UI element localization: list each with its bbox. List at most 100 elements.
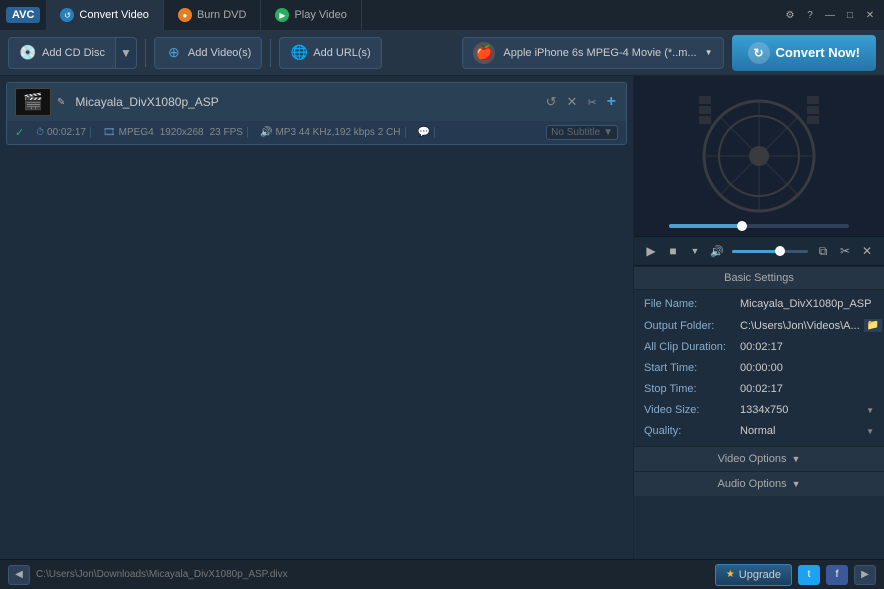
audio-options-header[interactable]: Audio Options ▼ — [634, 471, 884, 496]
audio-value: MP3 44 KHz,192 kbps 2 CH — [275, 127, 400, 138]
twitter-button[interactable]: t — [798, 565, 820, 585]
stop-label: Stop Time: — [644, 383, 734, 395]
duration-label: All Clip Duration: — [644, 341, 734, 353]
file-item: 🎬 ✎ Micayala_DivX1080p_ASP ↺ ✕ ✂ + ✓ ⏱ 0… — [6, 82, 627, 145]
settings-file-icon[interactable]: ✂ — [585, 94, 598, 111]
file-item-header: 🎬 ✎ Micayala_DivX1080p_ASP ↺ ✕ ✂ + — [7, 83, 626, 121]
filename-label: File Name: — [644, 298, 734, 310]
quality-dropdown[interactable]: Normal ▼ — [740, 425, 874, 437]
refresh-file-icon[interactable]: ↺ — [544, 92, 559, 112]
close-ctrl-icon[interactable]: ✕ — [858, 242, 876, 260]
video-options-arrow: ▼ — [791, 454, 800, 464]
volume-icon: 🔊 — [708, 242, 726, 260]
timeline-bar[interactable] — [669, 224, 849, 228]
settings-row-stop: Stop Time: 00:02:17 — [640, 379, 878, 400]
main-area: 🎬 ✎ Micayala_DivX1080p_ASP ↺ ✕ ✂ + ✓ ⏱ 0… — [0, 76, 884, 559]
basic-settings-title: Basic Settings — [724, 272, 794, 284]
tab-burn-dvd[interactable]: ● Burn DVD — [164, 0, 262, 30]
convert-now-button[interactable]: ↻ Convert Now! — [732, 35, 877, 71]
subtitle-value: No Subtitle — [551, 127, 600, 138]
volume-handle[interactable] — [775, 246, 785, 256]
start-label: Start Time: — [644, 362, 734, 374]
tab-play-video[interactable]: ▶ Play Video — [261, 0, 361, 30]
help-button[interactable]: ? — [802, 7, 818, 23]
dropdown-button[interactable]: ▼ — [686, 242, 704, 260]
status-path: C:\Users\Jon\Downloads\Micayala_DivX1080… — [36, 569, 709, 580]
settings-row-filename: File Name: Micayala_DivX1080p_ASP — [640, 294, 878, 315]
toolbar-divider-2 — [270, 39, 271, 67]
video-options-label: Video Options — [718, 453, 787, 465]
right-panel: ▶ ■ ▼ 🔊 ⧉ ✂ ✕ Basic Settings File Name: … — [634, 76, 884, 559]
output-label: Output Folder: — [644, 320, 734, 332]
title-bar: AVC ↺ Convert Video ● Burn DVD ▶ Play Vi… — [0, 0, 884, 30]
file-item-details: ✓ ⏱ 00:02:17 🎞 MPEG4 1920x268 23 FPS 🔊 M… — [7, 121, 626, 144]
stop-value: 00:02:17 — [740, 383, 874, 395]
profile-label: Apple iPhone 6s MPEG-4 Movie (*..m... — [503, 47, 696, 59]
add-file-icon[interactable]: + — [605, 91, 618, 113]
output-value-container: C:\Users\Jon\Videos\A... 📁 — [740, 319, 882, 332]
next-button[interactable]: ▶ — [854, 565, 876, 585]
videosize-dropdown[interactable]: 1334x750 ▼ — [740, 404, 874, 416]
burn-tab-label: Burn DVD — [197, 9, 247, 21]
add-url-label: Add URL(s) — [313, 47, 370, 59]
convert-now-label: Convert Now! — [776, 45, 861, 60]
scissors-ctrl-icon[interactable]: ✂ — [836, 242, 854, 260]
file-name: Micayala_DivX1080p_ASP — [75, 95, 537, 109]
delete-file-icon[interactable]: ✕ — [565, 92, 580, 112]
add-videos-button[interactable]: ⊕ Add Video(s) — [154, 37, 262, 69]
file-panel: 🎬 ✎ Micayala_DivX1080p_ASP ↺ ✕ ✂ + ✓ ⏱ 0… — [0, 76, 634, 559]
minimize-button[interactable]: — — [822, 7, 838, 23]
profile-dropdown[interactable]: 🍎 Apple iPhone 6s MPEG-4 Movie (*..m... … — [462, 37, 723, 69]
volume-slider[interactable] — [732, 250, 808, 253]
audio-options-label: Audio Options — [717, 478, 786, 490]
file-actions: ↺ ✕ ✂ + — [544, 91, 618, 113]
upgrade-label: Upgrade — [739, 569, 781, 581]
audio-detail: 🔊 MP3 44 KHz,192 kbps 2 CH — [256, 127, 406, 138]
settings-row-start: Start Time: 00:00:00 — [640, 358, 878, 379]
facebook-button[interactable]: f — [826, 565, 848, 585]
add-cd-label: Add CD Disc — [42, 47, 105, 59]
film-reel — [699, 96, 819, 216]
file-thumbnail: 🎬 — [15, 88, 51, 116]
settings-section: Basic Settings File Name: Micayala_DivX1… — [634, 266, 884, 559]
add-url-button[interactable]: 🌐 Add URL(s) — [279, 37, 381, 69]
duration-value-setting: 00:02:17 — [740, 341, 874, 353]
volume-fill — [732, 250, 778, 253]
edit-icon[interactable]: ✎ — [57, 97, 65, 108]
copy-ctrl-icon[interactable]: ⧉ — [814, 242, 832, 260]
maximize-button[interactable]: □ — [842, 7, 858, 23]
prev-button[interactable]: ◀ — [8, 565, 30, 585]
url-icon: 🌐 — [290, 44, 308, 62]
settings-icon[interactable]: ⚙ — [782, 7, 798, 23]
browse-folder-button[interactable]: 📁 — [864, 319, 882, 332]
refresh-icon: ↻ — [748, 42, 770, 64]
subtitle-dropdown[interactable]: No Subtitle ▼ — [546, 125, 618, 140]
duration-detail: ⏱ 00:02:17 — [32, 127, 91, 138]
videosize-value: 1334x750 — [740, 404, 862, 416]
settings-table: File Name: Micayala_DivX1080p_ASP Output… — [634, 290, 884, 446]
audio-icon: 🔊 — [260, 127, 272, 138]
timeline-handle[interactable] — [737, 221, 747, 231]
film-reel-svg — [699, 96, 819, 216]
title-tabs: ↺ Convert Video ● Burn DVD ▶ Play Video — [46, 0, 782, 30]
settings-row-output: Output Folder: C:\Users\Jon\Videos\A... … — [640, 315, 878, 337]
video-options-header[interactable]: Video Options ▼ — [634, 446, 884, 471]
add-cd-disc-button[interactable]: 💿 Add CD Disc — [8, 37, 116, 69]
upgrade-button[interactable]: ★ Upgrade — [715, 564, 792, 586]
play-button[interactable]: ▶ — [642, 242, 660, 260]
format-value: MPEG4 — [119, 127, 154, 138]
play-tab-icon: ▶ — [275, 8, 289, 22]
tab-convert-video[interactable]: ↺ Convert Video — [46, 0, 164, 30]
add-cd-dropdown-arrow[interactable]: ▼ — [116, 37, 137, 69]
profile-selector: 🍎 Apple iPhone 6s MPEG-4 Movie (*..m... … — [386, 35, 876, 71]
stop-button[interactable]: ■ — [664, 242, 682, 260]
duration-value: 00:02:17 — [47, 127, 86, 138]
check-icon: ✓ — [15, 126, 24, 139]
quality-label: Quality: — [644, 425, 734, 437]
toolbar: 💿 Add CD Disc ▼ ⊕ Add Video(s) 🌐 Add URL… — [0, 30, 884, 76]
status-bar: ◀ C:\Users\Jon\Downloads\Micayala_DivX10… — [0, 559, 884, 589]
close-button[interactable]: ✕ — [862, 7, 878, 23]
audio-options-arrow: ▼ — [792, 479, 801, 489]
settings-row-duration: All Clip Duration: 00:02:17 — [640, 337, 878, 358]
output-value: C:\Users\Jon\Videos\A... — [740, 320, 860, 332]
